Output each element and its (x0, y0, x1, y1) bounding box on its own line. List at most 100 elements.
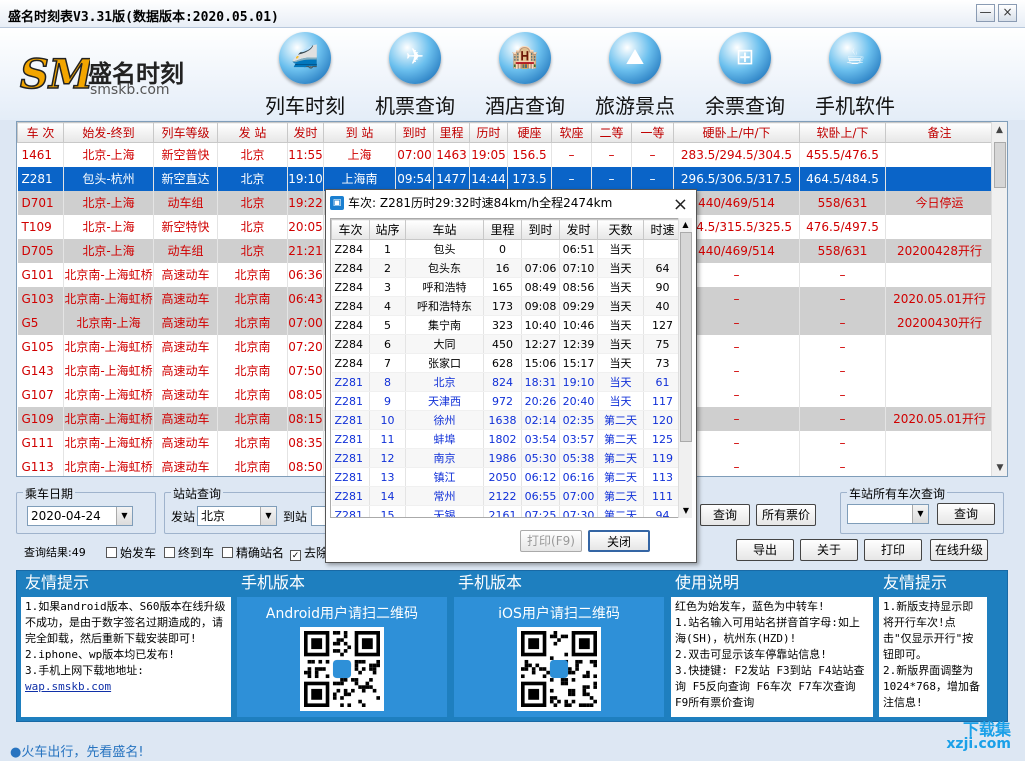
column-header[interactable]: 软座 (551, 122, 592, 143)
stops-column-header[interactable]: 时速 (643, 219, 679, 240)
stops-dialog[interactable]: ▣ 车次: Z281历时29:32时速84km/h全程2474km × 车次 站序… (325, 189, 697, 563)
scroll-up-icon[interactable]: ▲ (679, 218, 692, 232)
close-icon[interactable]: × (673, 192, 688, 218)
stop-row[interactable]: Z281 11 蚌埠 1802 03:54 03:57 第二天 125 (331, 429, 679, 449)
stop-cell: 08:56 (559, 277, 598, 297)
terminal-checkbox[interactable]: 终到车 (164, 544, 214, 561)
nav-scenic[interactable]: ⛰ 旅游景点 (580, 32, 690, 118)
column-header[interactable]: 一等 (631, 122, 674, 143)
column-header[interactable]: 车 次 (17, 122, 64, 143)
stop-row[interactable]: Z281 12 南京 1986 05:30 05:38 第二天 119 (331, 448, 679, 468)
column-header[interactable]: 备注 (885, 122, 994, 143)
station-query-button[interactable]: 查询 (937, 503, 995, 525)
exact-name-checkbox[interactable]: 精确站名 (222, 544, 284, 561)
stop-cell: 徐州 (405, 410, 484, 430)
column-header[interactable]: 始发-终到 (63, 122, 154, 143)
nav-hotel[interactable]: 🏨 酒店查询 (470, 32, 580, 118)
column-header[interactable]: 发 站 (217, 122, 288, 143)
minimize-button[interactable]: — (976, 4, 995, 22)
checkbox-box[interactable] (106, 547, 117, 558)
query-button[interactable]: 查询 (700, 504, 750, 526)
stops-column-header[interactable]: 车次 (331, 219, 370, 240)
scroll-up-icon[interactable]: ▲ (992, 122, 1007, 138)
date-picker[interactable]: 2020-04-24 ▼ (27, 506, 133, 526)
scroll-thumb[interactable] (994, 142, 1006, 188)
stop-row[interactable]: Z281 10 徐州 1638 02:14 02:35 第二天 120 (331, 410, 679, 430)
nav-label[interactable]: 列车时刻 (250, 90, 360, 119)
nav-java[interactable]: ☕ 手机软件 (800, 32, 910, 118)
stop-row[interactable]: Z281 8 北京 824 18:31 19:10 当天 61 (331, 372, 679, 392)
nav-label[interactable]: 余票查询 (690, 90, 800, 119)
chevron-down-icon[interactable]: ▼ (260, 507, 276, 525)
nav-train[interactable]: 🚄 列车时刻 (250, 32, 360, 118)
stop-row[interactable]: Z281 15 无锡 2161 07:25 07:30 第二天 94 (331, 505, 679, 517)
stops-scrollbar[interactable]: ▲ ▼ (678, 218, 692, 518)
nav-label[interactable]: 机票查询 (360, 90, 470, 119)
exclude-checkbox[interactable]: ✓ 去除 (290, 544, 328, 561)
column-header[interactable]: 里程 (433, 122, 470, 143)
scroll-down-icon[interactable]: ▼ (992, 460, 1007, 476)
close-window-button[interactable]: × (998, 4, 1017, 22)
table-cell: 06:43 (287, 286, 324, 311)
stops-column-header[interactable]: 到时 (521, 219, 560, 240)
stops-column-header[interactable]: 车站 (405, 219, 484, 240)
export-button[interactable]: 导出 (736, 539, 794, 561)
nav-airplane[interactable]: ✈ 机票查询 (360, 32, 470, 118)
nav-windows[interactable]: ⊞ 余票查询 (690, 32, 800, 118)
check-icon[interactable]: ✓ (290, 550, 301, 561)
train-icon[interactable]: 🚄 (279, 32, 331, 84)
airplane-icon[interactable]: ✈ (389, 32, 441, 84)
stop-row[interactable]: Z284 4 呼和浩特东 173 09:08 09:29 当天 40 (331, 296, 679, 316)
column-header[interactable]: 历时 (469, 122, 508, 143)
windows-icon[interactable]: ⊞ (719, 32, 771, 84)
column-header[interactable]: 到时 (395, 122, 434, 143)
stop-row[interactable]: Z281 14 常州 2122 06:55 07:00 第二天 111 (331, 486, 679, 506)
column-header[interactable]: 软卧上/下 (799, 122, 886, 143)
nav-label[interactable]: 手机软件 (800, 90, 910, 119)
stop-row[interactable]: Z281 13 镇江 2050 06:12 06:16 第二天 113 (331, 467, 679, 487)
stops-column-header[interactable]: 站序 (369, 219, 406, 240)
table-row[interactable]: 1461 北京-上海 新空普快 北京 11:55 上海 07:00 1463 19:05 156.… (17, 142, 994, 167)
download-link[interactable]: wap.smskb.com (25, 679, 227, 695)
column-header[interactable]: 硬卧上/中/下 (673, 122, 800, 143)
column-header[interactable]: 到 站 (323, 122, 396, 143)
chevron-down-icon[interactable]: ▼ (116, 507, 132, 525)
hotel-icon[interactable]: 🏨 (499, 32, 551, 84)
dialog-close-button[interactable]: 关闭 (588, 530, 650, 552)
print-button[interactable]: 打印 (864, 539, 922, 561)
origin-checkbox[interactable]: 始发车 (106, 544, 156, 561)
table-cell: – (591, 142, 632, 167)
nav-label[interactable]: 酒店查询 (470, 90, 580, 119)
checkbox-box[interactable] (164, 547, 175, 558)
stops-column-header[interactable]: 里程 (483, 219, 522, 240)
upgrade-button[interactable]: 在线升级 (930, 539, 988, 561)
station-all-select[interactable]: ▼ (847, 504, 929, 524)
stop-row[interactable]: Z284 7 张家口 628 15:06 15:17 当天 73 (331, 353, 679, 373)
about-button[interactable]: 关于 (800, 539, 858, 561)
from-station-select[interactable]: 北京 ▼ (197, 506, 277, 526)
stop-row[interactable]: Z284 5 集宁南 323 10:40 10:46 当天 127 (331, 315, 679, 335)
stop-row[interactable]: Z284 6 大同 450 12:27 12:39 当天 75 (331, 334, 679, 354)
table-scrollbar[interactable]: ▲ ▼ (991, 122, 1007, 476)
stops-table[interactable]: 车次 站序 车站 里程 到时 发时 天数 时速 Z284 1 包头 0 06:51 当天 Z284 2 包头东… (330, 218, 680, 518)
all-prices-button[interactable]: 所有票价 (756, 504, 816, 526)
dialog-print-button[interactable]: 打印(F9) (520, 530, 582, 552)
column-header[interactable]: 发时 (287, 122, 324, 143)
stop-row[interactable]: Z284 2 包头东 16 07:06 07:10 当天 64 (331, 258, 679, 278)
java-icon[interactable]: ☕ (829, 32, 881, 84)
table-row[interactable]: Z281 包头-杭州 新空直达 北京 19:10 上海南 09:54 1477 14:44 173… (17, 166, 994, 191)
scroll-down-icon[interactable]: ▼ (679, 504, 693, 518)
stop-row[interactable]: Z281 9 天津西 972 20:26 20:40 当天 117 (331, 391, 679, 411)
stop-row[interactable]: Z284 3 呼和浩特 165 08:49 08:56 当天 90 (331, 277, 679, 297)
chevron-down-icon[interactable]: ▼ (912, 505, 928, 523)
checkbox-box[interactable] (222, 547, 233, 558)
stops-column-header[interactable]: 发时 (559, 219, 598, 240)
stop-row[interactable]: Z284 1 包头 0 06:51 当天 (331, 239, 679, 259)
column-header[interactable]: 二等 (591, 122, 632, 143)
column-header[interactable]: 硬座 (507, 122, 552, 143)
column-header[interactable]: 列车等级 (153, 122, 218, 143)
nav-label[interactable]: 旅游景点 (580, 90, 690, 119)
stops-column-header[interactable]: 天数 (597, 219, 644, 240)
scenic-icon[interactable]: ⛰ (609, 32, 661, 84)
stops-scroll-thumb[interactable] (680, 232, 692, 442)
